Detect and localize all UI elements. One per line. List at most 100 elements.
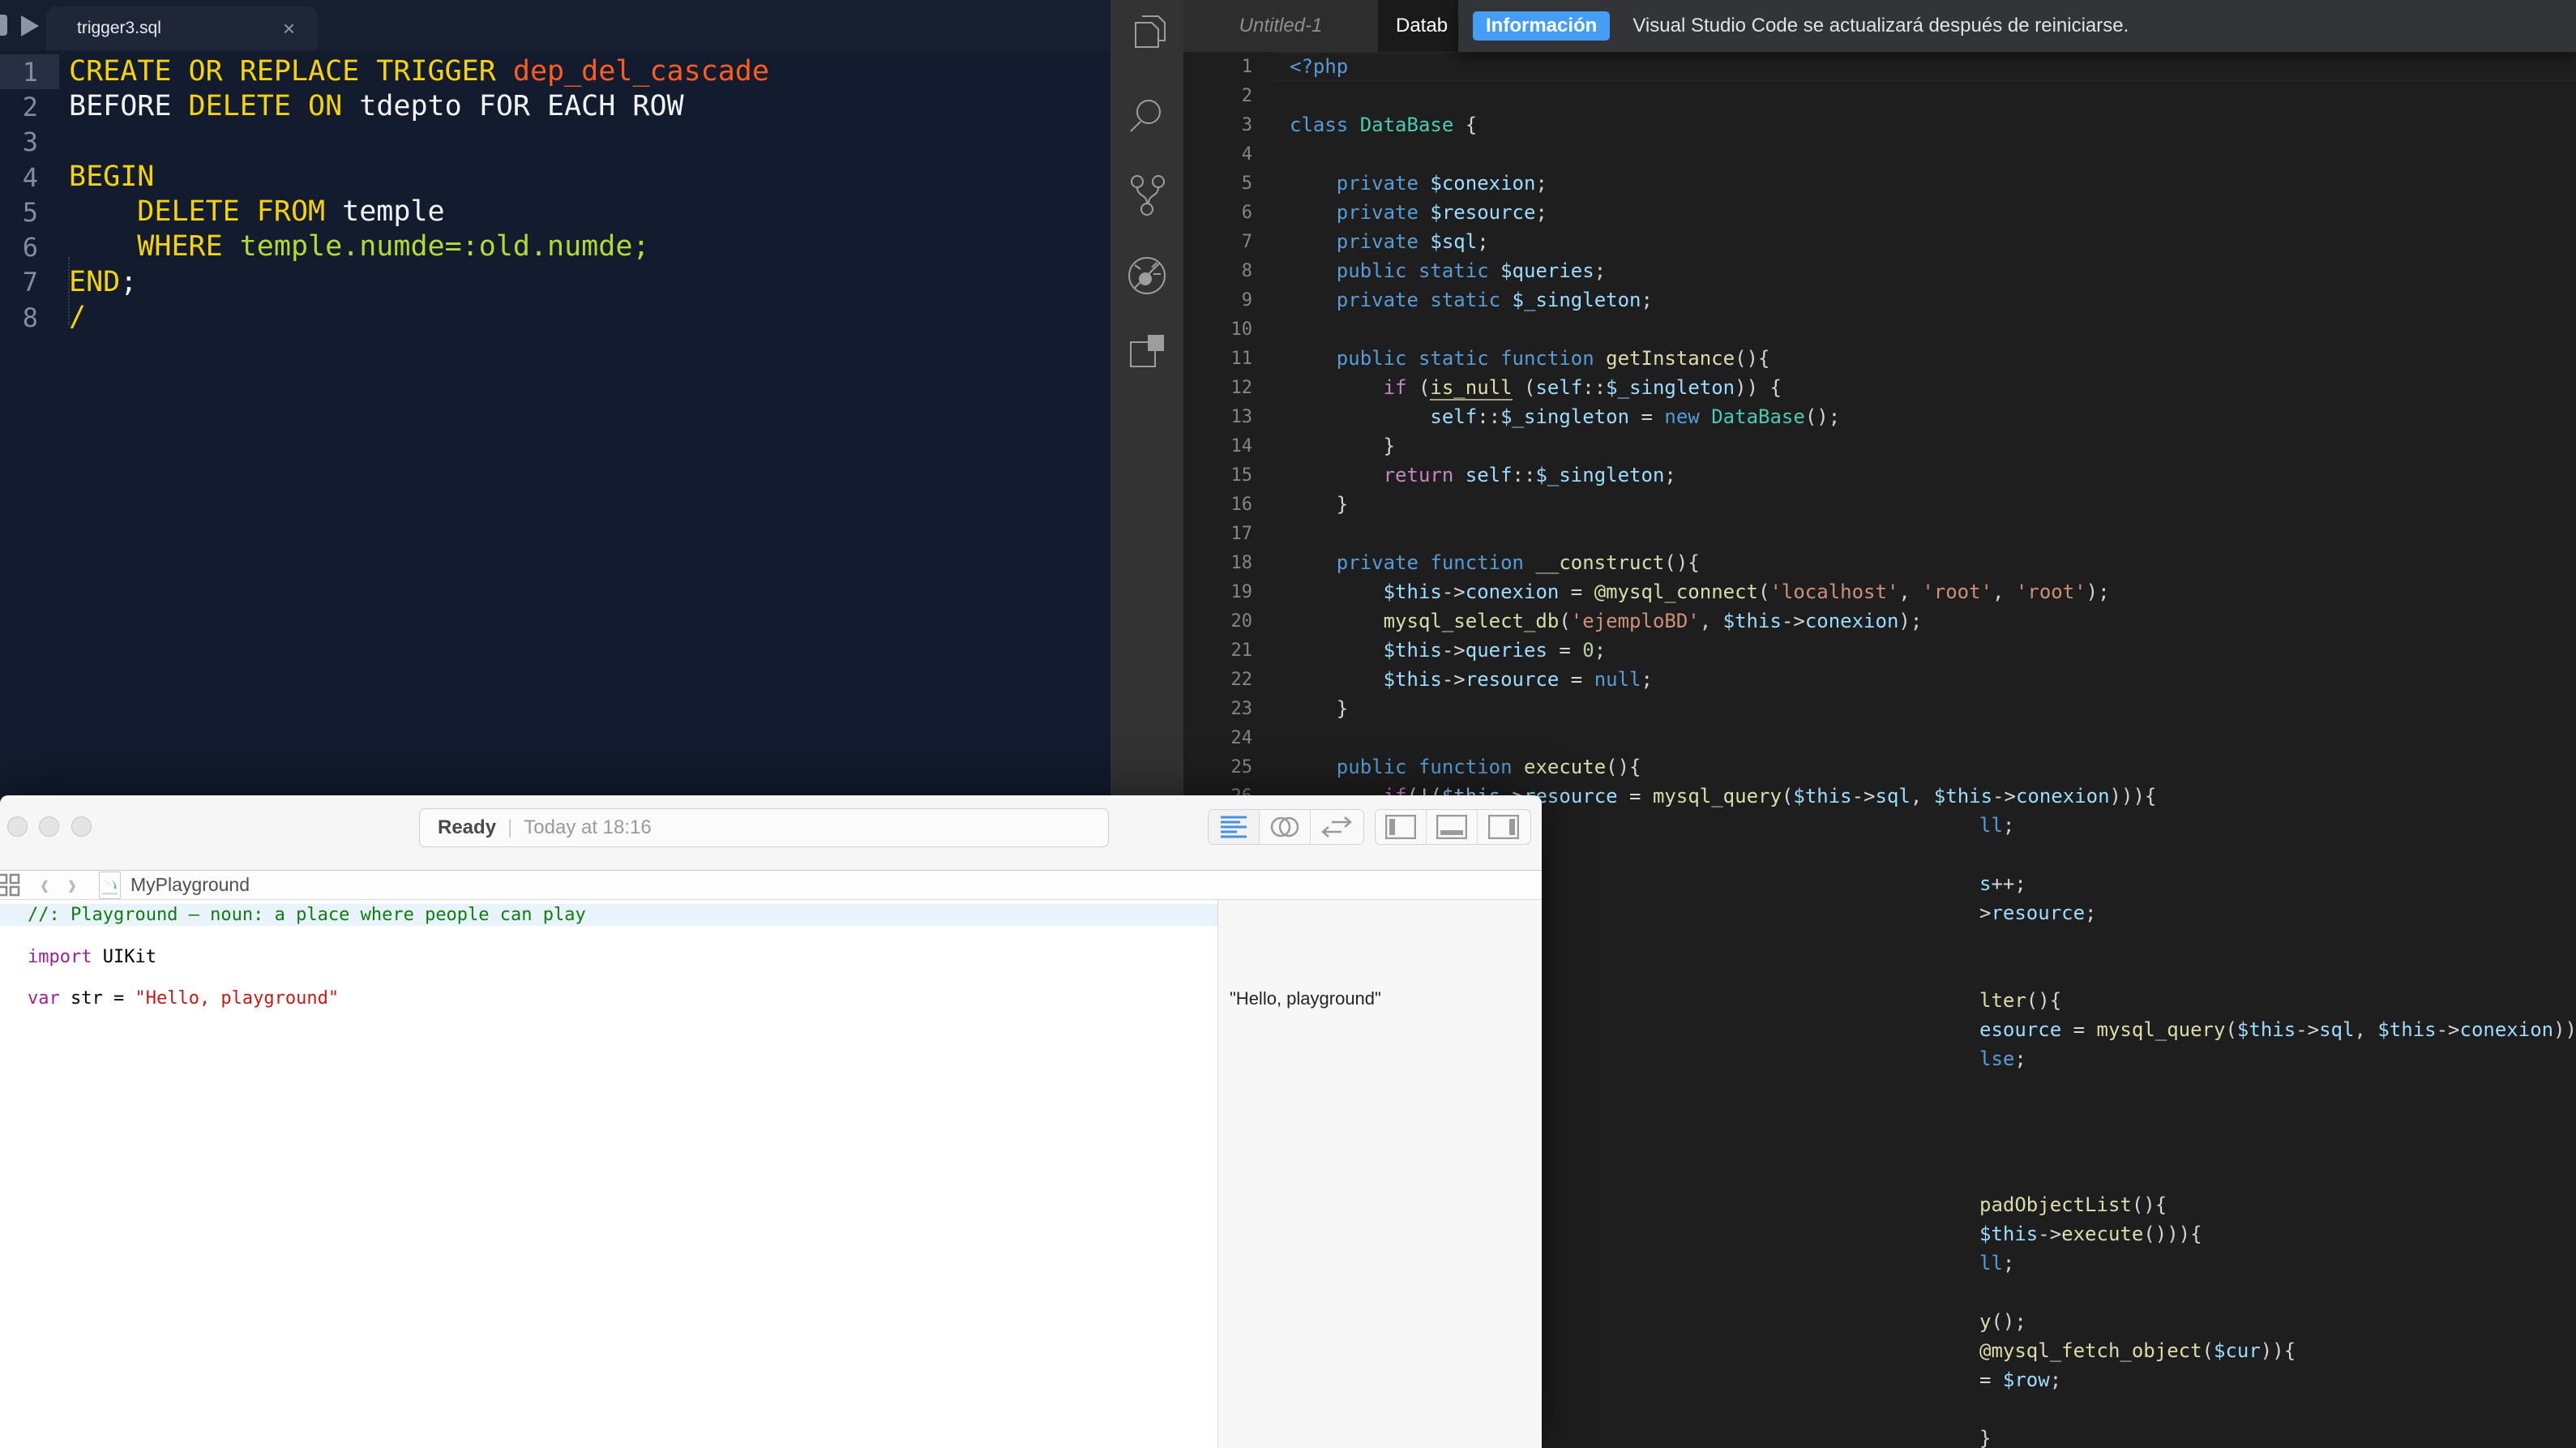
php-code-line: 12 if (is_null (self::$_singleton)) { — [1183, 373, 2576, 402]
back-chevron-icon[interactable]: ‹ — [41, 867, 49, 902]
php-code-fragment: lse; — [1979, 1047, 2026, 1070]
explorer-icon[interactable] — [1124, 11, 1170, 57]
line-number: 24 — [1230, 727, 1253, 748]
tab-trigger3-sql[interactable]: trigger3.sql × — [46, 6, 318, 50]
sql-code-line: 8/ — [0, 300, 1110, 335]
line-number: 10 — [1230, 319, 1253, 340]
php-code-line: 14 } — [1183, 431, 2576, 461]
zoom-window-button[interactable] — [71, 816, 92, 837]
tab-close-icon[interactable]: × — [283, 16, 295, 41]
update-notification-bar[interactable]: Información Visual Studio Code se actual… — [1458, 0, 2576, 52]
standard-editor-button[interactable] — [1209, 810, 1260, 844]
related-items-icon[interactable] — [0, 873, 21, 898]
php-code-line: 13 self::$_singleton = new DataBase(); — [1183, 402, 2576, 431]
playground-result-value: "Hello, playground" — [1230, 988, 1381, 1009]
php-code-fragment: y(); — [1979, 1310, 2026, 1333]
tab-untitled-1[interactable]: Untitled-1 — [1183, 0, 1378, 52]
debug-disabled-icon[interactable] — [1124, 253, 1170, 298]
php-code-line: 10 — [1183, 315, 2576, 344]
sidebar-toggle-icon[interactable] — [0, 15, 7, 36]
tab-database-label: Datab — [1396, 15, 1448, 36]
minimize-window-button[interactable] — [39, 816, 59, 837]
line-number: 15 — [1230, 465, 1253, 486]
swift-file-icon — [99, 871, 121, 899]
sql-tab-bar: trigger3.sql × — [0, 0, 1110, 50]
xcode-toolbar: Ready | Today at 18:16 — [0, 795, 1542, 871]
php-code-line: 16 } — [1183, 490, 2576, 519]
xcode-jump-bar: ‹ › MyPlayground — [0, 867, 1542, 902]
extensions-icon[interactable] — [1124, 329, 1170, 375]
status-timestamp: Today at 18:16 — [524, 816, 652, 838]
line-number: 2 — [22, 91, 38, 122]
indent-guide — [68, 257, 70, 325]
php-code-lines: 1 <?php 2 3 class DataBase {4 5 private $cone… — [1183, 52, 2576, 811]
assistant-editor-button[interactable] — [1260, 810, 1311, 844]
line-number: 8 — [1241, 260, 1252, 281]
line-number: 18 — [1230, 552, 1253, 573]
php-code-line: 15 return self::$_singleton; — [1183, 461, 2576, 490]
line-number: 14 — [1230, 435, 1253, 456]
php-code-line: 22 $this->resource = null; — [1183, 665, 2576, 694]
line-number: 22 — [1230, 669, 1253, 690]
php-code-fragment: lter(){ — [1979, 989, 2062, 1012]
sql-code-line: 2 BEFORE DELETE ON tdepto FOR EACH ROW — [0, 89, 1110, 124]
php-code-line: 8 public static $queries; — [1183, 256, 2576, 285]
tab-database[interactable]: Datab — [1378, 0, 1467, 52]
line-number: 25 — [1230, 756, 1253, 778]
notification-info-badge: Información — [1473, 11, 1611, 41]
line-number: 16 — [1230, 494, 1253, 515]
php-code-line: 18 private function __construct(){ — [1183, 548, 2576, 577]
editor-mode-segmented-control — [1208, 809, 1364, 845]
sql-editor-window: trigger3.sql × 1 CREATE OR REPLACE TRIGGE… — [0, 0, 1110, 803]
disclosure-triangle-icon[interactable] — [21, 15, 39, 36]
line-number: 19 — [1230, 581, 1253, 602]
xcode-playground-window: Ready | Today at 18:16 ‹ › MyPlayground … — [0, 795, 1542, 1448]
line-number: 6 — [1241, 202, 1252, 223]
sql-code-line: 7 END; — [0, 265, 1110, 300]
swift-code-line: //: Playground – noun: a place where peo… — [0, 904, 1217, 926]
php-code-fragment: = $row; — [1979, 1369, 2062, 1391]
line-number: 3 — [22, 126, 38, 158]
php-code-fragment: esource = mysql_query($this->sql, $this-… — [1979, 1018, 2576, 1041]
line-number: 21 — [1230, 640, 1253, 661]
php-code-fragment: ll; — [1979, 814, 2015, 837]
php-code-fragment: >resource; — [1979, 902, 2097, 924]
version-editor-button[interactable] — [1311, 810, 1362, 844]
php-code-line: 11 public static function getInstance(){ — [1183, 344, 2576, 373]
line-number: 7 — [1241, 231, 1252, 252]
php-code-line: 4 — [1183, 139, 2576, 169]
version-editor-icon — [1320, 816, 1352, 838]
sql-code-line: 5 DELETE FROM temple — [0, 195, 1110, 229]
php-code-line: 5 private $conexion; — [1183, 169, 2576, 198]
php-code-fragment: ll; — [1979, 1252, 2015, 1274]
debug-panel-button[interactable] — [1427, 810, 1478, 844]
search-icon[interactable] — [1124, 92, 1170, 138]
line-number: 5 — [1241, 173, 1252, 194]
line-number: 3 — [1241, 114, 1252, 135]
sql-code-area[interactable]: 1 CREATE OR REPLACE TRIGGER dep_del_casca… — [0, 50, 1110, 803]
forward-chevron-icon[interactable]: › — [68, 867, 76, 902]
panel-toggle-segmented-control — [1375, 809, 1531, 845]
sql-code-line: 6 WHERE temple.numde=:old.numde; — [0, 229, 1110, 264]
tab-untitled-1-label: Untitled-1 — [1239, 15, 1323, 36]
breadcrumb[interactable]: MyPlayground — [131, 874, 250, 896]
navigator-panel-button[interactable] — [1376, 810, 1427, 844]
utilities-panel-button[interactable] — [1478, 810, 1529, 844]
php-code-line: 21 $this->queries = 0; — [1183, 636, 2576, 665]
php-code-line: 20 mysql_select_db('ejemploBD', $this->c… — [1183, 606, 2576, 636]
line-number: 8 — [22, 302, 38, 333]
status-ready: Ready — [438, 816, 497, 838]
line-number: 2 — [1241, 85, 1252, 106]
php-code-line: 2 — [1183, 81, 2576, 110]
php-code-line: 9 private static $_singleton; — [1183, 285, 2576, 315]
php-code-line: 23 } — [1183, 694, 2576, 723]
close-window-button[interactable] — [7, 816, 28, 837]
activity-viewer: Ready | Today at 18:16 — [419, 808, 1109, 847]
assistant-editor-icon — [1270, 816, 1299, 838]
source-control-icon[interactable] — [1124, 172, 1170, 217]
php-code-fragment: s++; — [1979, 872, 2026, 895]
line-number: 12 — [1230, 377, 1253, 398]
line-number: 23 — [1230, 698, 1253, 719]
php-code-line: 24 — [1183, 723, 2576, 752]
php-code-line: 19 $this->conexion = @mysql_connect('loc… — [1183, 577, 2576, 606]
